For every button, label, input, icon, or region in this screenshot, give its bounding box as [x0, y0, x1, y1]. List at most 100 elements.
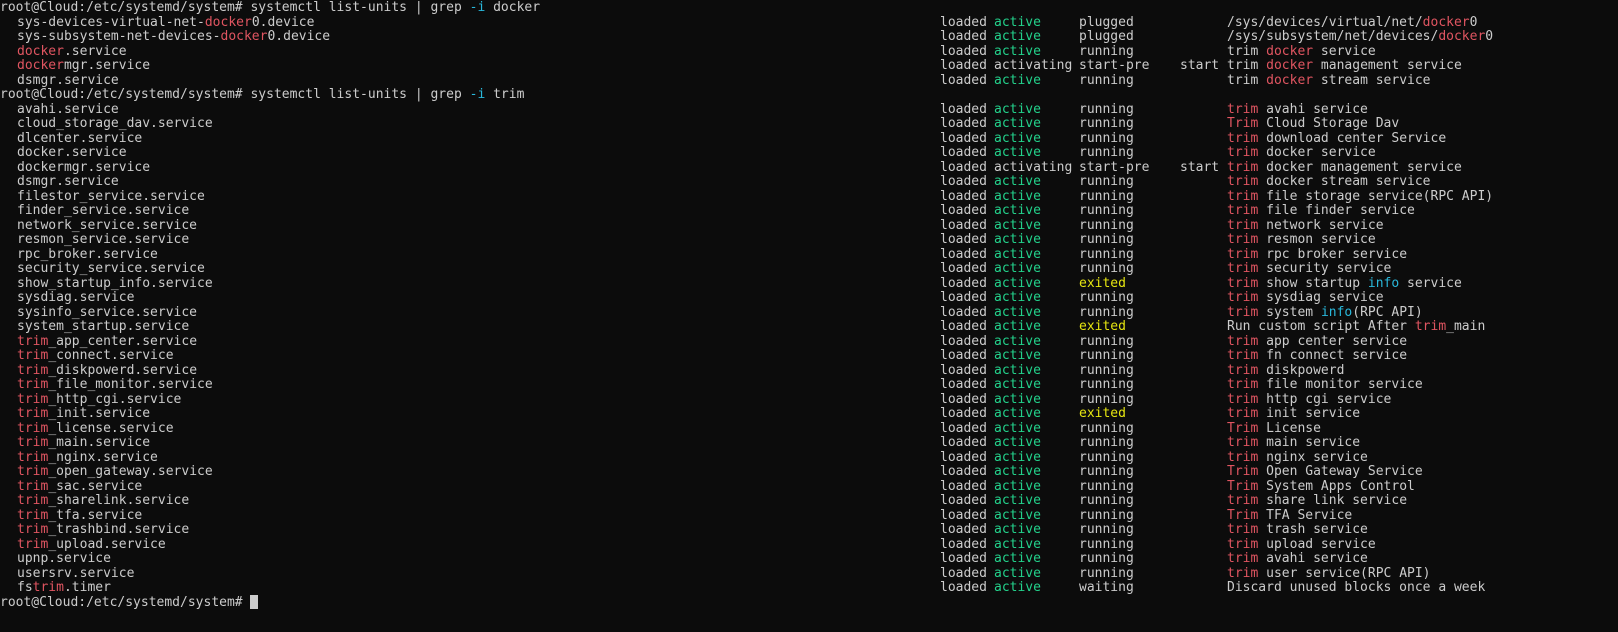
unit-row: docker.service loaded active running trim do…	[0, 145, 1618, 160]
unit-name: docker.service	[17, 145, 127, 160]
prompt-line: root@Cloud:/etc/systemd/system# systemct…	[0, 87, 1618, 102]
unit-active: active	[994, 507, 1041, 523]
unit-description: trim avahi service	[1227, 551, 1368, 566]
unit-name: security_service.service	[17, 261, 205, 276]
command-term: trim	[485, 87, 525, 102]
unit-description: trim docker stream service	[1227, 174, 1431, 189]
unit-name: usersrv.service	[17, 565, 135, 581]
unit-load: loaded	[940, 507, 987, 523]
unit-description: trim docker management service	[1227, 58, 1462, 73]
unit-description-match: Trim	[1227, 478, 1259, 494]
unit-name: upnp.service	[17, 551, 111, 566]
unit-sub: running	[1079, 232, 1134, 247]
unit-sub: waiting	[1079, 580, 1134, 595]
unit-row: trim_app_center.service loaded active runni…	[0, 334, 1618, 349]
unit-active: active	[994, 522, 1041, 537]
unit-description: trim system info(RPC API)	[1227, 304, 1423, 320]
unit-description: trim fn connect service	[1227, 348, 1408, 363]
unit-description: trim main service	[1227, 435, 1361, 450]
unit-row: trim_diskpowerd.service loaded active runni…	[0, 363, 1618, 378]
unit-name-match: trim	[17, 435, 49, 450]
unit-name: resmon_service.service	[17, 232, 190, 247]
command-text: systemctl list-units | grep	[242, 0, 470, 15]
unit-sub: running	[1079, 565, 1134, 581]
unit-sub: running	[1079, 420, 1134, 436]
unit-description-match: docker	[1422, 14, 1470, 30]
unit-description: trim network service	[1227, 217, 1384, 233]
unit-row: resmon_service.service loaded active runnin…	[0, 232, 1618, 247]
unit-sub: running	[1079, 188, 1134, 204]
unit-sub: running	[1079, 203, 1134, 218]
unit-sub: running	[1079, 435, 1134, 450]
unit-name-match: trim	[17, 391, 49, 407]
unit-name: trim_open_gateway.service	[17, 464, 213, 479]
unit-description-match: trim	[1227, 333, 1259, 349]
unit-sub: running	[1079, 333, 1134, 349]
unit-description-match: trim	[1227, 101, 1259, 117]
unit-active: active	[994, 348, 1041, 363]
unit-name-match: docker	[17, 43, 64, 59]
unit-load: loaded	[940, 246, 987, 262]
unit-description: trim trash service	[1227, 522, 1368, 537]
unit-description-match: trim	[1227, 188, 1259, 204]
unit-active: active	[994, 362, 1041, 378]
unit-description: Trim System Apps Control	[1227, 478, 1415, 494]
unit-name-match: trim	[17, 478, 49, 494]
unit-active: active	[994, 203, 1041, 218]
unit-sub: running	[1079, 551, 1134, 566]
unit-sub: running	[1079, 43, 1134, 59]
unit-name: trim_sac.service	[17, 478, 143, 494]
unit-load: loaded	[940, 522, 987, 537]
unit-active: active	[994, 217, 1041, 233]
unit-description: trim show startup info service	[1227, 275, 1462, 291]
unit-sub: running	[1079, 377, 1134, 392]
unit-sub: running	[1079, 101, 1134, 117]
unit-description-match: trim	[1227, 377, 1259, 392]
unit-description-match: trim	[1227, 551, 1259, 566]
unit-name-match: trim	[17, 377, 49, 392]
unit-description: trim docker service	[1227, 43, 1376, 59]
unit-description-match: trim	[1227, 536, 1259, 552]
unit-name: trim_upload.service	[17, 536, 166, 552]
unit-sub: running	[1079, 478, 1134, 494]
unit-sub: plugged	[1079, 29, 1134, 44]
unit-description: trim rpc broker service	[1227, 246, 1408, 262]
unit-active: active	[994, 565, 1041, 581]
unit-row: trim_upload.service loaded active running tr…	[0, 537, 1618, 552]
unit-name: trim_http_cgi.service	[17, 391, 182, 407]
unit-row: sysdiag.service loaded active running trim s…	[0, 290, 1618, 305]
unit-description-match: trim	[1414, 319, 1447, 334]
unit-description-match: Trim	[1227, 507, 1259, 523]
unit-active: active	[994, 232, 1041, 247]
cursor[interactable]	[250, 595, 259, 609]
unit-load: loaded	[940, 174, 987, 189]
unit-sub: running	[1079, 304, 1134, 320]
unit-row: show_startup_info.service loaded active exi…	[0, 276, 1618, 291]
unit-active: active	[994, 319, 1041, 334]
unit-load: loaded	[940, 406, 987, 421]
unit-row: system_startup.service loaded active exited…	[0, 319, 1618, 334]
unit-name: dsmgr.service	[17, 174, 119, 189]
unit-name: rpc_broker.service	[17, 246, 158, 262]
unit-description: trim download center Service	[1227, 130, 1447, 146]
terminal-window[interactable]: root@Cloud:/etc/systemd/system# systemct…	[0, 0, 1618, 632]
unit-sub: exited	[1079, 406, 1126, 421]
unit-active: active	[994, 246, 1041, 262]
unit-row: dlcenter.service loaded active running trim …	[0, 131, 1618, 146]
shell-prompt: root@Cloud:/etc/systemd/system#	[0, 87, 243, 102]
unit-sub: running	[1079, 522, 1134, 537]
unit-load: loaded	[940, 319, 987, 334]
unit-name: sys-subsystem-net-devices-docker0.device	[17, 29, 331, 44]
unit-description: trim docker management service	[1227, 159, 1462, 175]
unit-description: trim init service	[1227, 406, 1361, 421]
unit-name: network_service.service	[17, 217, 198, 233]
unit-name: show_startup_info.service	[17, 275, 213, 291]
unit-description-match: trim	[1227, 391, 1259, 407]
unit-name: trim_sharelink.service	[17, 493, 190, 508]
unit-name-match: trim	[17, 464, 49, 479]
unit-row: dockermgr.service loaded activating start-p…	[0, 160, 1618, 175]
unit-row: trim_license.service loaded active running T…	[0, 421, 1618, 436]
unit-description: Discard unused blocks once a week	[1227, 580, 1486, 595]
unit-name: sys-devices-virtual-net-docker0.device	[17, 14, 315, 30]
unit-active: active	[994, 43, 1041, 59]
